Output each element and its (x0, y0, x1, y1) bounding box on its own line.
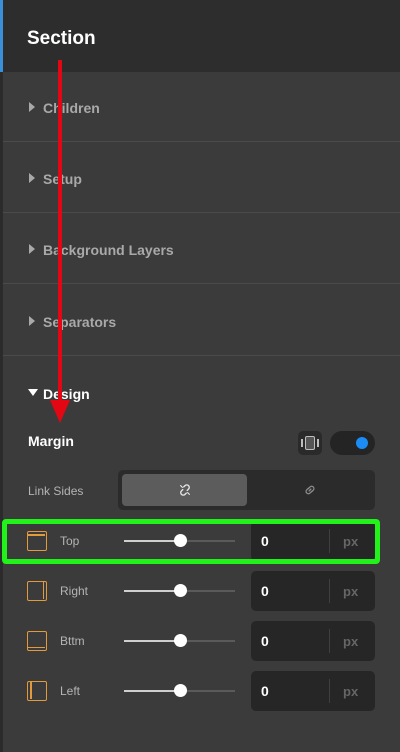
divider (329, 529, 330, 553)
link-sides-control (118, 470, 375, 510)
side-label: Left (60, 684, 81, 698)
value-text: 0 (261, 583, 269, 599)
unit-selector[interactable]: px (343, 634, 358, 649)
value-text: 0 (261, 683, 269, 699)
slider-fill (124, 640, 180, 642)
slider-fill (124, 590, 180, 592)
margin-top-input[interactable]: 0 px (251, 521, 375, 561)
link-icon (305, 485, 315, 495)
section-label: Children (43, 100, 100, 116)
side-label: Bttm (60, 634, 85, 648)
margin-top-icon (27, 531, 47, 551)
margin-left-input[interactable]: 0 px (251, 671, 375, 711)
link-sides-label: Link Sides (28, 484, 84, 498)
unit-selector[interactable]: px (343, 584, 358, 599)
device-toggle-icon (301, 436, 319, 450)
slider-thumb[interactable] (173, 584, 187, 597)
expand-caret-icon (29, 102, 35, 112)
panel-title: Section (27, 28, 96, 49)
expand-caret-icon (29, 173, 35, 183)
margin-bottom-input[interactable]: 0 px (251, 621, 375, 661)
expand-caret-icon (29, 316, 35, 326)
link-broken-icon (180, 484, 190, 496)
value-text: 0 (261, 533, 269, 549)
unit-selector[interactable]: px (343, 534, 358, 549)
slider-thumb[interactable] (173, 684, 187, 697)
slider-fill (124, 540, 180, 542)
divider (329, 629, 330, 653)
unlink-sides-option[interactable] (122, 474, 247, 506)
section-setup[interactable]: Setup (3, 143, 400, 213)
margin-left-row: Left 0 px (0, 668, 400, 714)
link-sides-option[interactable] (249, 474, 371, 506)
section-label: Separators (43, 314, 117, 330)
margin-toggle[interactable] (330, 431, 375, 455)
side-label: Right (60, 584, 89, 598)
unit-selector[interactable]: px (343, 684, 358, 699)
panel-header: Section (3, 0, 400, 72)
side-label: Top (60, 534, 80, 548)
slider-fill (124, 690, 180, 692)
section-design[interactable]: Design (3, 372, 400, 422)
margin-right-row: Right 0 px (0, 568, 400, 614)
margin-bottom-icon (27, 631, 47, 651)
section-separators[interactable]: Separators (3, 286, 400, 356)
slider-thumb[interactable] (173, 634, 187, 647)
value-text: 0 (261, 633, 269, 649)
margin-right-input[interactable]: 0 px (251, 571, 375, 611)
margin-top-row: Top 0 px (0, 518, 400, 564)
margin-bottom-row: Bttm 0 px (0, 618, 400, 664)
slider-thumb[interactable] (173, 534, 187, 547)
responsive-device-button[interactable] (298, 431, 322, 455)
toggle-knob (356, 437, 368, 449)
section-label: Design (43, 386, 90, 402)
section-label: Setup (43, 171, 82, 187)
margin-right-icon (27, 581, 47, 601)
collapse-caret-icon (28, 389, 38, 396)
margin-left-icon (27, 681, 47, 701)
divider (329, 579, 330, 603)
divider (329, 679, 330, 703)
section-label: Background Layers (43, 242, 174, 258)
expand-caret-icon (29, 244, 35, 254)
properties-panel: Section Children Setup Background Layers… (0, 0, 400, 752)
margin-label: Margin (28, 433, 74, 449)
section-children[interactable]: Children (3, 72, 400, 142)
section-background-layers[interactable]: Background Layers (3, 214, 400, 284)
